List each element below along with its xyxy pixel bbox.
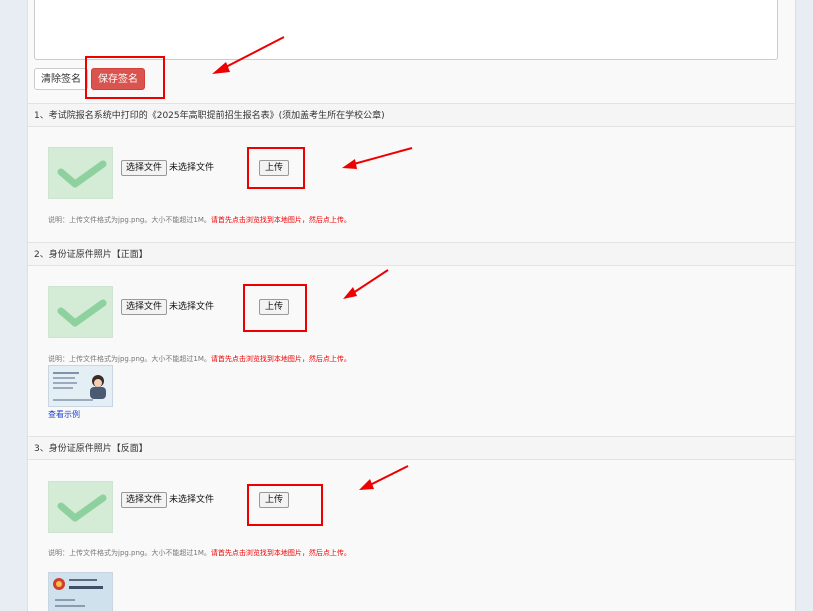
- id-back-sample-image: [48, 572, 113, 611]
- section-3-upload-highlight: [247, 484, 323, 526]
- id-front-sample-image: [48, 365, 113, 407]
- section-1-choose-file-button[interactable]: 选择文件: [121, 160, 168, 176]
- note-warning: 请首先点击浏览找到本地图片，然后点上传。: [210, 355, 351, 363]
- checkmark-icon: [57, 494, 107, 522]
- clear-signature-button[interactable]: 清除签名: [34, 68, 88, 90]
- note-text: 说明：上传文件格式为jpg.png。大小不能超过1M。: [48, 216, 211, 224]
- arrow-section-1-icon: [342, 147, 413, 169]
- checkmark-icon: [57, 160, 107, 188]
- note-warning: 请首先点击浏览找到本地图片，然后点上传。: [210, 549, 351, 557]
- section-1-file-status: 未选择文件: [169, 163, 215, 173]
- arrow-section-3-icon: [359, 465, 409, 490]
- note-warning: 请首先点击浏览找到本地图片，然后点上传。: [210, 216, 351, 224]
- save-signature-highlight: [85, 56, 165, 99]
- section-3-file-status: 未选择文件: [169, 495, 215, 505]
- section-2-choose-file-button[interactable]: 选择文件: [121, 299, 168, 315]
- section-2-note: 说明：上传文件格式为jpg.png。大小不能超过1M。请首先点击浏览找到本地图片…: [48, 354, 351, 364]
- section-2-upload-highlight: [243, 284, 307, 332]
- section-2-header: 2、身份证原件照片【正面】: [28, 242, 795, 266]
- checkmark-icon: [57, 299, 107, 327]
- section-1-note: 说明：上传文件格式为jpg.png。大小不能超过1M。请首先点击浏览找到本地图片…: [48, 215, 351, 225]
- section-3-preview: [48, 481, 113, 533]
- section-3-header: 3、身份证原件照片【反面】: [28, 436, 795, 460]
- form-panel: 清除签名 保存签名 1、考试院报名系统中打印的《2025年高职提前招生报名表》(…: [27, 0, 796, 611]
- section-2-file-status: 未选择文件: [169, 302, 215, 312]
- arrow-section-2-icon: [343, 269, 389, 299]
- section-1-header: 1、考试院报名系统中打印的《2025年高职提前招生报名表》(须加盖考生所在学校公…: [28, 103, 795, 127]
- section-1-preview: [48, 147, 113, 199]
- arrow-save-icon: [212, 36, 285, 74]
- note-text: 说明：上传文件格式为jpg.png。大小不能超过1M。: [48, 355, 211, 363]
- id-card-back-icon: [49, 573, 112, 611]
- section-3-note: 说明：上传文件格式为jpg.png。大小不能超过1M。请首先点击浏览找到本地图片…: [48, 548, 351, 558]
- section-3-choose-file-button[interactable]: 选择文件: [121, 492, 168, 508]
- section-1-upload-highlight: [247, 147, 305, 189]
- signature-canvas[interactable]: [34, 0, 778, 60]
- id-card-front-icon: [49, 366, 112, 406]
- section-2-preview: [48, 286, 113, 338]
- view-sample-link[interactable]: 查看示例: [48, 409, 80, 420]
- note-text: 说明：上传文件格式为jpg.png。大小不能超过1M。: [48, 549, 211, 557]
